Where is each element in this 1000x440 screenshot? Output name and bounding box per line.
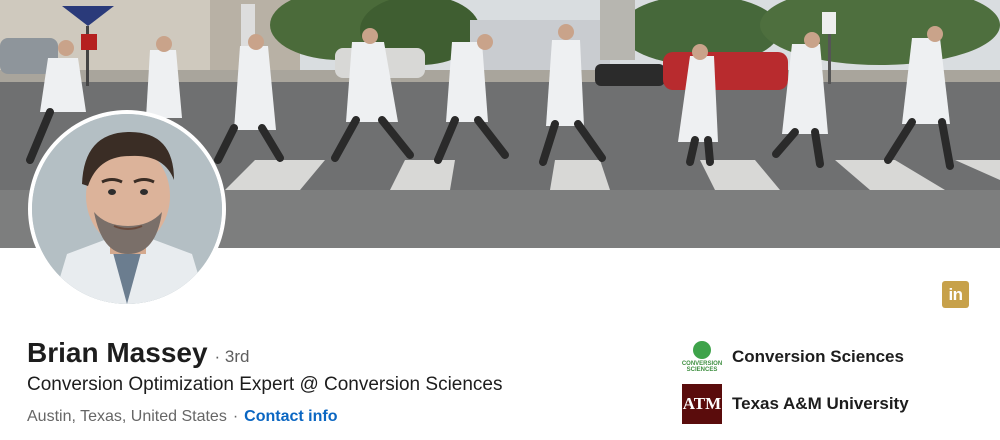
name-row: Brian Massey · 3rd (27, 337, 250, 369)
location-row: Austin, Texas, United States · Contact i… (27, 408, 337, 426)
profile-name: Brian Massey (27, 337, 208, 368)
texas-am-logo: ATM (682, 384, 722, 424)
profile-photo-frame[interactable] (28, 110, 226, 308)
profile-headline: Conversion Optimization Expert @ Convers… (27, 374, 503, 395)
profile-photo (32, 114, 222, 304)
org-texas-am-university[interactable]: ATM Texas A&M University (682, 384, 909, 424)
org-name[interactable]: Texas A&M University (732, 394, 909, 414)
texas-am-logo-text: ATM (682, 394, 722, 413)
conversion-sciences-logo-text: CONVERSION SCIENCES (681, 361, 723, 373)
linkedin-icon-text: in (948, 284, 963, 304)
connection-degree: · 3rd (214, 347, 250, 366)
linkedin-icon: in (942, 281, 969, 308)
avatar[interactable] (32, 114, 222, 304)
org-conversion-sciences[interactable]: CONVERSION SCIENCES Conversion Sciences (682, 337, 904, 377)
contact-info-link[interactable]: Contact info (244, 408, 337, 426)
org-name[interactable]: Conversion Sciences (732, 347, 904, 367)
separator: · (232, 408, 239, 425)
leaf-icon (693, 341, 711, 359)
profile-location: Austin, Texas, United States (27, 408, 227, 425)
conversion-sciences-logo: CONVERSION SCIENCES (682, 337, 722, 377)
